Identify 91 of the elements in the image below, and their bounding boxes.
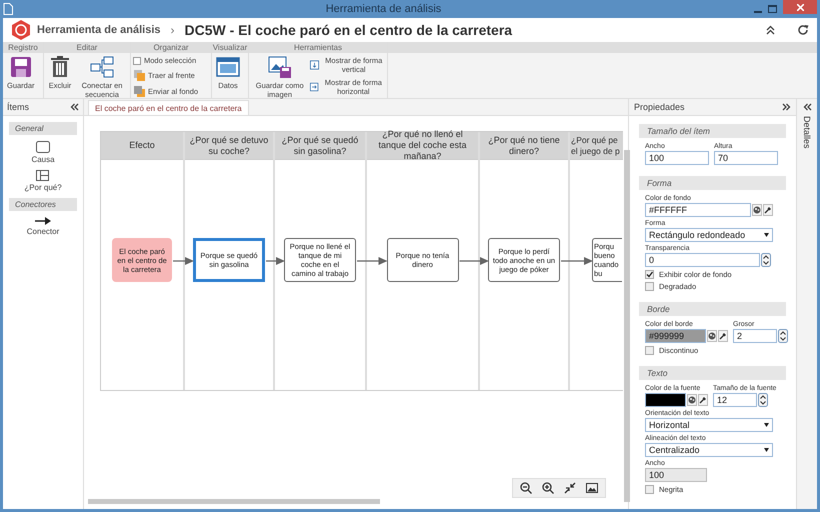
dropdown[interactable]: Centralizado [645, 443, 773, 457]
shrink-icon [564, 482, 576, 494]
palette-item[interactable]: ¿Por qué? [24, 170, 62, 192]
rectangle-icon [36, 141, 50, 153]
column-header: ¿Por qué no llenó el tanque del coche esta mañana? [367, 132, 478, 160]
color-field[interactable]: #999999 [645, 329, 706, 343]
document-tab[interactable]: El coche paró en el centro de la carretera [88, 100, 249, 115]
column-header: ¿Por qué pe el juego de p [570, 132, 623, 160]
ribbon-group-label: Visualizar [212, 42, 248, 53]
column-header: Efecto [101, 132, 183, 160]
close-icon [796, 4, 804, 10]
page-title: DC5W - El coche paró en el centro de la carretera [184, 22, 514, 38]
palette-icon [708, 332, 716, 340]
eyedropper-button[interactable] [718, 330, 728, 342]
arrow-icon [35, 217, 51, 225]
spinner-icon[interactable] [758, 393, 768, 407]
palette-item[interactable]: Causa [31, 141, 55, 164]
color-field[interactable]: #FFFFFF [645, 203, 751, 217]
input-field[interactable]: 0 [645, 253, 760, 267]
trash-icon [48, 55, 72, 79]
column-header: ¿Por qué se detuvo su coche? [185, 132, 273, 160]
window-icon [216, 55, 240, 79]
zoom-in-icon [542, 482, 554, 494]
palette-icon [753, 206, 761, 214]
palette-icon [688, 396, 696, 404]
image-icon [586, 482, 598, 494]
caret-icon [764, 448, 769, 452]
collapse-icon[interactable] [766, 25, 775, 35]
color-field[interactable] [645, 393, 686, 407]
window-title: Herramienta de análisis [324, 3, 442, 15]
connector-arrow[interactable] [561, 257, 593, 265]
ribbon-group-label: Registro [3, 42, 43, 53]
section-header: Tamaño del ítem [639, 124, 786, 138]
eyedropper-icon [764, 206, 772, 214]
input-field[interactable]: 2 [733, 329, 777, 343]
vertical-scrollbar[interactable] [624, 150, 630, 502]
connector-arrow[interactable] [173, 257, 194, 265]
side-tab[interactable]: Detalles [802, 116, 812, 149]
save-icon [8, 55, 33, 79]
spinner-icon[interactable] [778, 329, 788, 343]
connector-arrow[interactable] [266, 257, 285, 265]
connector-arrow[interactable] [357, 257, 388, 265]
caret-icon [764, 423, 769, 427]
horizontal-layout-icon [310, 81, 319, 93]
close-button[interactable] [783, 0, 817, 14]
eyedropper-icon [699, 396, 707, 404]
caret-icon [764, 233, 769, 237]
column-header: ¿Por qué se quedó sin gasolina? [275, 132, 365, 160]
collapse-left-icon[interactable] [802, 103, 812, 111]
section-header: General [9, 122, 77, 135]
document-icon [3, 3, 13, 15]
panel-title: Ítems [7, 102, 30, 112]
refresh-icon[interactable] [797, 24, 809, 36]
dropdown[interactable]: Horizontal [645, 418, 773, 432]
section-header: Borde [639, 302, 786, 316]
expand-right-icon[interactable] [782, 103, 791, 111]
ribbon-group-label: Editar [44, 42, 130, 53]
connect-icon [90, 55, 114, 79]
maximize-icon[interactable] [768, 5, 777, 13]
collapse-left-icon[interactable] [70, 103, 79, 111]
horizontal-scrollbar[interactable] [88, 499, 380, 504]
image-save-icon [268, 55, 292, 79]
input-field[interactable]: 12 [713, 393, 757, 407]
send-back-icon [133, 85, 145, 97]
connector-arrow[interactable] [460, 257, 489, 265]
input-field[interactable]: 70 [714, 151, 778, 165]
section-header: Forma [639, 176, 786, 190]
breadcrumb-separator: › [170, 23, 175, 37]
breadcrumb-link[interactable]: Herramienta de análisis [37, 24, 161, 36]
eyedropper-button[interactable] [763, 204, 773, 216]
panel-title: Propiedades [634, 102, 685, 112]
ribbon-group-label: Herramientas [249, 42, 387, 53]
bring-front-icon [133, 69, 145, 81]
vertical-layout-icon [310, 59, 320, 71]
eyedropper-button[interactable] [698, 394, 708, 406]
column-header: ¿Por qué no tiene dinero? [480, 132, 568, 160]
palette-item[interactable]: Conector [26, 217, 60, 236]
zoom-out-icon [520, 482, 532, 494]
color-picker-button[interactable] [752, 204, 762, 216]
input-field: 100 [645, 468, 707, 482]
section-header: Conectores [9, 198, 77, 211]
input-field[interactable]: 100 [645, 151, 709, 165]
table-icon [36, 170, 50, 181]
image-button[interactable] [583, 481, 601, 495]
section-header: Texto [639, 366, 786, 380]
dropdown[interactable]: Rectángulo redondeado [645, 228, 773, 242]
color-picker-button[interactable] [687, 394, 697, 406]
ribbon-group-label: Organizar [131, 42, 211, 53]
spinner-icon[interactable] [761, 253, 771, 267]
color-picker-button[interactable] [707, 330, 717, 342]
eyedropper-icon [719, 332, 727, 340]
